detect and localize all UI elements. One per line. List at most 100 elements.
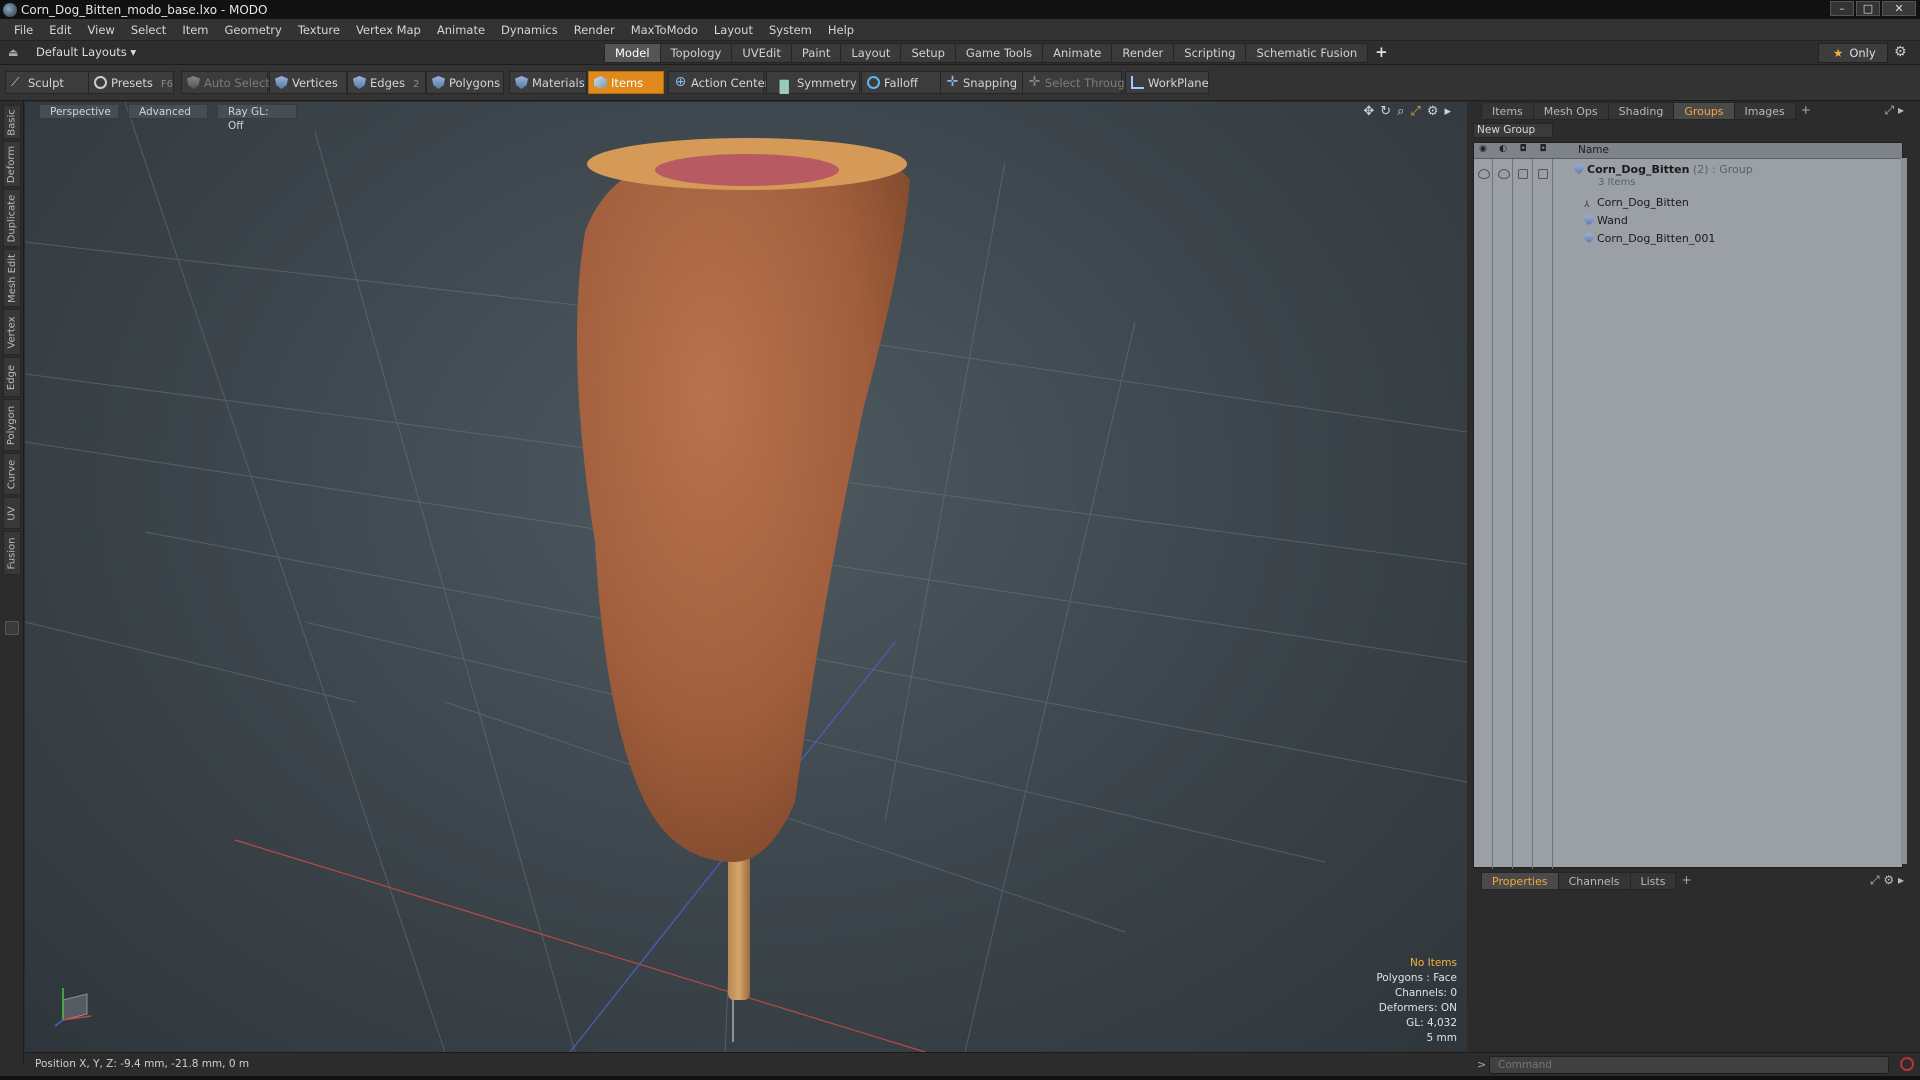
rotate-icon[interactable]: ↻: [1380, 104, 1391, 119]
menu-animate[interactable]: Animate: [429, 23, 493, 37]
group-row[interactable]: Corn_Dog_Bitten (2) : Group 3 Items: [1474, 163, 1902, 193]
close-button[interactable]: ✕: [1882, 1, 1916, 16]
select-through-button[interactable]: ✛ Select Through: [1022, 71, 1132, 94]
symmetry-button[interactable]: ▐▌ Symmetry: [766, 71, 860, 94]
layout-bar: ⏏ Default Layouts ▾ Model Topology UVEdi…: [0, 41, 1920, 65]
edges-button[interactable]: Edges 2: [347, 71, 426, 94]
shading-mode-dropdown[interactable]: Advanced: [128, 104, 208, 119]
command-prompt: >: [1477, 1058, 1487, 1071]
tab-images[interactable]: Images: [1733, 102, 1796, 120]
viewport-menu-arrow-icon[interactable]: ▸: [1444, 104, 1451, 119]
menu-view[interactable]: View: [80, 23, 123, 37]
vtab-fusion[interactable]: Fusion: [3, 531, 21, 575]
minimize-button[interactable]: –: [1830, 1, 1854, 16]
visibility-toggle[interactable]: [1478, 169, 1490, 179]
palette-toggle-button[interactable]: [5, 621, 19, 635]
expand-icon[interactable]: ⤢ ▸: [1885, 103, 1904, 118]
tree-item-row[interactable]: ⅄ Corn_Dog_Bitten: [1474, 195, 1902, 211]
lock-toggle[interactable]: [1518, 169, 1528, 179]
polygons-button[interactable]: Polygons: [426, 71, 504, 94]
vtab-deform[interactable]: Deform: [3, 141, 21, 187]
vertices-button[interactable]: Vertices1: [269, 71, 352, 94]
add-properties-tab-button[interactable]: +: [1675, 872, 1697, 890]
vtab-curve[interactable]: Curve: [3, 453, 21, 495]
vtab-polygon[interactable]: Polygon: [3, 399, 21, 451]
menu-edit[interactable]: Edit: [41, 23, 79, 37]
items-button[interactable]: Items5: [588, 71, 678, 94]
tab-mesh-ops[interactable]: Mesh Ops: [1532, 102, 1609, 120]
menu-vertex-map[interactable]: Vertex Map: [348, 23, 429, 37]
vtab-polygon-label: Polygon: [6, 405, 18, 445]
3d-viewport[interactable]: Perspective Advanced Ray GL: Off ✥ ↻ ⌕ ⤢…: [25, 102, 1467, 1052]
add-panel-tab-button[interactable]: +: [1795, 102, 1817, 120]
vtab-vertex[interactable]: Vertex: [3, 309, 21, 355]
tree-item-row[interactable]: Wand: [1474, 213, 1902, 229]
menu-file[interactable]: File: [6, 23, 41, 37]
menu-item[interactable]: Item: [174, 23, 216, 37]
falloff-icon: [867, 76, 880, 89]
menu-help[interactable]: Help: [820, 23, 862, 37]
action-center-button[interactable]: ⊕ Action Center: [668, 71, 769, 94]
menu-maxtomodo[interactable]: MaxToModo: [623, 23, 706, 37]
tree-scrollbar[interactable]: [1901, 158, 1907, 864]
tab-shading[interactable]: Shading: [1607, 102, 1675, 120]
tab-animate[interactable]: Animate: [1042, 43, 1113, 63]
menu-layout[interactable]: Layout: [706, 23, 761, 37]
raygl-toggle[interactable]: Ray GL: Off: [217, 104, 297, 132]
tab-groups[interactable]: Groups: [1673, 102, 1735, 120]
tab-uvedit[interactable]: UVEdit: [731, 43, 792, 63]
vtab-edge[interactable]: Edge: [3, 357, 21, 397]
vtab-mesh-edit[interactable]: Mesh Edit: [3, 249, 21, 307]
tab-layout[interactable]: Layout: [840, 43, 902, 63]
vtab-duplicate[interactable]: Duplicate: [3, 189, 21, 247]
menu-dynamics[interactable]: Dynamics: [493, 23, 566, 37]
tab-items[interactable]: Items: [1481, 102, 1534, 120]
vtab-basic[interactable]: Basic: [3, 105, 21, 139]
tab-scripting[interactable]: Scripting: [1173, 43, 1247, 63]
menu-texture[interactable]: Texture: [290, 23, 348, 37]
materials-button[interactable]: Materials: [509, 71, 587, 94]
tab-topology[interactable]: Topology: [659, 43, 733, 63]
tab-game-tools[interactable]: Game Tools: [954, 43, 1044, 63]
name-column-header[interactable]: Name: [1578, 144, 1609, 156]
tab-channels[interactable]: Channels: [1557, 872, 1631, 890]
layout-dropdown[interactable]: Default Layouts ▾: [36, 45, 136, 59]
add-layout-tab-button[interactable]: +: [1367, 43, 1396, 63]
select-toggle[interactable]: [1538, 169, 1548, 179]
tab-model[interactable]: Model: [604, 43, 661, 63]
pin-icon[interactable]: ⏏: [8, 46, 20, 59]
tab-setup[interactable]: Setup: [900, 43, 956, 63]
record-macro-icon[interactable]: [1900, 1057, 1914, 1071]
menu-system[interactable]: System: [761, 23, 820, 37]
fit-icon[interactable]: ⤢: [1410, 104, 1420, 119]
maximize-button[interactable]: □: [1856, 1, 1880, 16]
sculpt-button[interactable]: ⟋ Sculpt: [5, 71, 91, 94]
tab-paint[interactable]: Paint: [790, 43, 842, 63]
tree-item-row[interactable]: Corn_Dog_Bitten_001: [1474, 231, 1902, 247]
tab-render[interactable]: Render: [1111, 43, 1175, 63]
falloff-button[interactable]: Falloff: [861, 71, 945, 94]
gear-icon[interactable]: ⚙: [1894, 44, 1907, 60]
tab-schematic-fusion[interactable]: Schematic Fusion: [1245, 43, 1369, 63]
menu-geometry[interactable]: Geometry: [217, 23, 290, 37]
render-toggle[interactable]: [1498, 169, 1510, 179]
menu-select[interactable]: Select: [123, 23, 174, 37]
modo-app-icon: [3, 2, 17, 17]
tab-properties[interactable]: Properties: [1481, 872, 1559, 890]
snapping-button[interactable]: ✛ Snapping: [940, 71, 1024, 94]
vtab-uv[interactable]: UV: [3, 497, 21, 529]
zoom-icon[interactable]: ⌕: [1397, 104, 1404, 119]
command-input[interactable]: [1489, 1056, 1889, 1074]
properties-expand-icon[interactable]: ⤢ ⚙ ▸: [1870, 873, 1904, 888]
workplane-button[interactable]: WorkPlane: [1125, 71, 1209, 94]
presets-button[interactable]: Presets F6: [88, 71, 174, 94]
action-center-icon: ⊕: [674, 74, 687, 90]
viewport-gear-icon[interactable]: ⚙: [1427, 104, 1439, 119]
view-dropdown[interactable]: Perspective: [39, 104, 119, 119]
menu-render[interactable]: Render: [566, 23, 623, 37]
only-button[interactable]: ★ Only: [1818, 43, 1888, 63]
pan-icon[interactable]: ✥: [1363, 104, 1374, 119]
new-group-button[interactable]: New Group: [1473, 123, 1553, 138]
auto-select-button[interactable]: Auto Select: [181, 71, 270, 94]
tab-lists[interactable]: Lists: [1629, 872, 1677, 890]
